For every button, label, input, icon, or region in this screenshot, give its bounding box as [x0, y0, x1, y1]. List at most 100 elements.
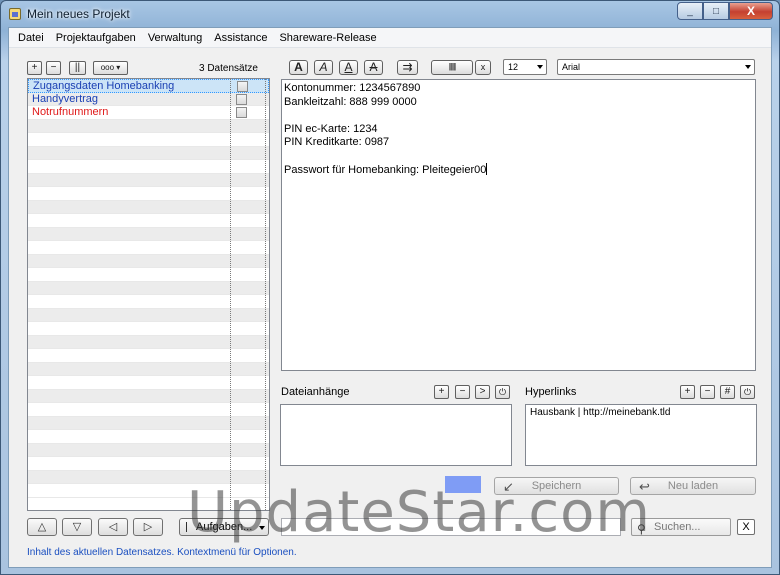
record-list[interactable]: Zugangsdaten Homebanking Handyvertrag Notr… — [27, 78, 270, 511]
table-row[interactable] — [28, 281, 269, 295]
editor-line: Kontonummer: 1234567890 — [284, 82, 753, 96]
strikethrough-button[interactable]: A — [364, 60, 383, 75]
text-caret — [486, 163, 488, 175]
table-row[interactable] — [28, 416, 269, 430]
indent-button[interactable]: ⇉ — [397, 60, 418, 75]
editor-line-text: PIN ec-Karte: 1234 — [284, 122, 378, 135]
italic-button[interactable]: A — [314, 60, 333, 75]
table-row[interactable] — [28, 308, 269, 322]
clear-search-button[interactable]: X — [737, 519, 755, 535]
font-name-value: Arial — [562, 62, 581, 72]
table-row[interactable] — [28, 200, 269, 214]
table-row[interactable]: Zugangsdaten Homebanking — [28, 79, 269, 93]
editor-line-text: Kontonummer: 1234567890 — [284, 82, 421, 94]
hyperlink-item[interactable]: Hausbank | http://meinebank.tld — [530, 407, 670, 418]
table-row[interactable] — [28, 268, 269, 282]
underline-button[interactable]: A — [339, 60, 358, 75]
remove-record-button[interactable]: − — [46, 61, 61, 75]
pause-button[interactable]: || — [69, 61, 86, 75]
editor-line: PIN Kreditkarte: 0987 — [284, 136, 753, 150]
table-row[interactable] — [28, 160, 269, 174]
hyperlinks-label: Hyperlinks — [525, 386, 577, 398]
table-row[interactable] — [28, 133, 269, 147]
close-button[interactable]: X — [729, 2, 773, 20]
menu-verwaltung[interactable]: Verwaltung — [142, 32, 208, 44]
add-attachment-button[interactable]: + — [434, 385, 449, 399]
move-down-button[interactable]: ▽ — [62, 518, 92, 536]
table-row[interactable] — [28, 119, 269, 133]
barcode-button[interactable]: |||||| — [431, 60, 473, 75]
clear-format-button[interactable]: x — [475, 60, 491, 75]
move-up-button[interactable]: △ — [27, 518, 57, 536]
previous-button[interactable]: ◁ — [98, 518, 128, 536]
menu-assistance[interactable]: Assistance — [208, 32, 273, 44]
record-checkbox[interactable] — [237, 81, 248, 92]
more-options-dropdown[interactable]: ooo ▾ — [93, 61, 128, 75]
record-label: Zugangsdaten Homebanking — [33, 80, 175, 92]
hyperlink-power-button[interactable]: ⏻ — [740, 385, 755, 399]
table-row[interactable] — [28, 376, 269, 390]
record-checkbox[interactable] — [236, 93, 247, 105]
add-hyperlink-button[interactable]: + — [680, 385, 695, 399]
font-size-select[interactable]: 12 — [503, 59, 547, 75]
column-divider — [230, 79, 231, 510]
next-button[interactable]: ▷ — [133, 518, 163, 536]
menu-datei[interactable]: Datei — [12, 32, 50, 44]
menu-shareware-release[interactable]: Shareware-Release — [273, 32, 382, 44]
attachments-panel[interactable] — [280, 404, 512, 466]
maximize-button[interactable]: □ — [703, 2, 729, 20]
table-row[interactable] — [28, 362, 269, 376]
title-bar: Mein neues Projekt _ □ X — [1, 1, 779, 27]
hyperlinks-panel[interactable]: Hausbank | http://meinebank.tld — [525, 404, 757, 466]
table-row[interactable] — [28, 295, 269, 309]
table-row[interactable]: Notrufnummern — [28, 106, 269, 120]
editor-line: Passwort für Homebanking: Pleitegeier00 — [284, 163, 753, 177]
table-row[interactable] — [28, 187, 269, 201]
table-row[interactable] — [28, 322, 269, 336]
editor-line: PIN ec-Karte: 1234 — [284, 123, 753, 137]
app-icon — [9, 8, 21, 20]
record-rows: Zugangsdaten Homebanking Handyvertrag Notr… — [28, 79, 269, 498]
client-area: Datei Projektaufgaben Verwaltung Assista… — [8, 27, 772, 568]
open-attachment-button[interactable]: > — [475, 385, 490, 399]
minimize-button[interactable]: _ — [677, 2, 703, 20]
record-label: Handyvertrag — [32, 92, 99, 105]
hash-button[interactable]: # — [720, 385, 735, 399]
table-row[interactable] — [28, 457, 269, 471]
editor-line-text: Passwort für Homebanking: Pleitegeier00 — [284, 164, 487, 176]
menu-projektaufgaben[interactable]: Projektaufgaben — [50, 32, 142, 44]
window-title: Mein neues Projekt — [27, 7, 130, 21]
table-row[interactable] — [28, 349, 269, 363]
attachments-label: Dateianhänge — [281, 386, 350, 398]
font-name-select[interactable]: Arial — [557, 59, 755, 75]
status-bar-text: Inhalt des aktuellen Datensatzes. Kontex… — [27, 547, 297, 558]
bold-button[interactable]: A — [289, 60, 308, 75]
remove-attachment-button[interactable]: − — [455, 385, 470, 399]
table-row[interactable] — [28, 443, 269, 457]
table-row[interactable] — [28, 227, 269, 241]
table-row[interactable] — [28, 430, 269, 444]
editor-line-text: Bankleitzahl: 888 999 0000 — [284, 95, 417, 108]
table-row[interactable] — [28, 214, 269, 228]
record-content-editor[interactable]: Kontonummer: 1234567890 Bankleitzahl: 888… — [281, 79, 756, 371]
record-label: Notrufnummern — [32, 106, 109, 118]
chevron-down-icon — [745, 65, 751, 69]
table-row[interactable] — [28, 403, 269, 417]
watermark: UpdateStar.com — [187, 480, 651, 545]
record-checkbox[interactable] — [236, 107, 247, 118]
font-size-value: 12 — [508, 62, 519, 72]
remove-hyperlink-button[interactable]: − — [700, 385, 715, 399]
app-window: Mein neues Projekt _ □ X Datei Projektau… — [0, 0, 780, 575]
table-row[interactable] — [28, 173, 269, 187]
chevron-down-icon — [537, 65, 543, 69]
table-row[interactable] — [28, 241, 269, 255]
table-row[interactable] — [28, 335, 269, 349]
table-row[interactable] — [28, 146, 269, 160]
table-row[interactable]: Handyvertrag — [28, 92, 269, 106]
add-record-button[interactable]: + — [27, 61, 42, 75]
table-row[interactable] — [28, 389, 269, 403]
attachment-power-button[interactable]: ⏻ — [495, 385, 510, 399]
table-row[interactable] — [28, 254, 269, 268]
editor-line: Bankleitzahl: 888 999 0000 — [284, 96, 753, 110]
